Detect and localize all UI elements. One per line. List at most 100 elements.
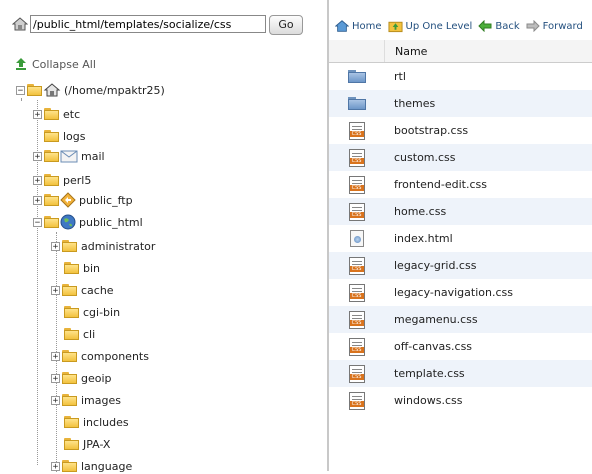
tree-item-cli[interactable]: cli xyxy=(64,326,95,342)
home-icon xyxy=(335,20,349,32)
table-row[interactable]: CSS windows.css xyxy=(329,387,592,414)
collapse-all-label: Collapse All xyxy=(32,57,96,71)
file-icon-cell: CSS xyxy=(329,333,384,360)
collapse-toggle[interactable]: − xyxy=(33,217,42,227)
file-icon-cell: CSS xyxy=(329,387,384,414)
css-file-icon: CSS xyxy=(348,337,365,356)
tree-item-administrator[interactable]: + administrator xyxy=(51,238,155,254)
folder-icon xyxy=(64,262,80,274)
back-button[interactable]: Back xyxy=(478,20,520,32)
tree-item-label: perl5 xyxy=(63,173,92,187)
table-row[interactable]: CSS off-canvas.css xyxy=(329,333,592,360)
tree-item-jpa-x[interactable]: JPA-X xyxy=(64,436,110,452)
back-arrow-icon xyxy=(478,20,492,32)
home-icon xyxy=(12,17,28,31)
tree-item-cgi-bin[interactable]: cgi-bin xyxy=(64,304,120,320)
table-row[interactable]: rtl xyxy=(329,63,592,90)
expand-toggle[interactable]: + xyxy=(51,461,60,471)
folder-icon xyxy=(62,284,78,296)
table-row[interactable]: CSS template.css xyxy=(329,360,592,387)
table-row[interactable]: CSS megamenu.css xyxy=(329,306,592,333)
tree-root-label: (/home/mpaktr25) xyxy=(64,83,165,97)
tree-item-components[interactable]: + components xyxy=(51,348,149,364)
ftp-icon xyxy=(60,192,76,208)
file-table: Name rtl themes CSS bootstrap.css CSS custom.… xyxy=(329,40,592,414)
expand-toggle[interactable]: + xyxy=(51,351,60,361)
tree-item-includes[interactable]: includes xyxy=(64,414,129,430)
tree-item-label: includes xyxy=(83,415,129,429)
tree-item-label: cli xyxy=(83,327,96,341)
tree-item-public-ftp[interactable]: + public_ftp xyxy=(33,192,133,208)
tree-item-geoip[interactable]: + geoip xyxy=(51,370,112,386)
tree-item-label: public_html xyxy=(79,215,143,229)
tree-item-logs[interactable]: logs xyxy=(44,128,86,144)
forward-button[interactable]: Forward xyxy=(526,20,583,32)
expand-toggle[interactable]: + xyxy=(51,285,60,295)
collapse-all-link[interactable]: Collapse All xyxy=(14,57,96,71)
folder-icon xyxy=(62,350,78,362)
file-icon-cell: CSS xyxy=(329,360,384,387)
collapse-toggle[interactable]: − xyxy=(16,85,25,95)
up-folder-icon xyxy=(388,21,403,33)
tree-item-label: bin xyxy=(83,261,101,275)
table-row[interactable]: CSS frontend-edit.css xyxy=(329,171,592,198)
folder-icon xyxy=(347,70,366,83)
tree-root[interactable]: − (/home/mpaktr25) xyxy=(16,82,165,98)
up-one-level-button[interactable]: Up One Level xyxy=(388,19,472,33)
tree-item-images[interactable]: + images xyxy=(51,392,121,408)
folder-icon xyxy=(44,108,60,120)
file-name: custom.css xyxy=(394,151,456,164)
table-row[interactable]: CSS bootstrap.css xyxy=(329,117,592,144)
tree-item-label: etc xyxy=(63,107,81,121)
file-icon-cell: CSS xyxy=(329,198,384,225)
tree-item-label: public_ftp xyxy=(79,193,133,207)
file-icon-cell: CSS xyxy=(329,144,384,171)
tree-item-perl5[interactable]: + perl5 xyxy=(33,172,91,188)
globe-icon xyxy=(60,214,76,230)
forward-label: Forward xyxy=(542,20,583,32)
tree-item-label: logs xyxy=(63,129,86,143)
file-name: template.css xyxy=(394,367,465,380)
tree-item-mail[interactable]: + mail xyxy=(33,148,105,164)
home-button[interactable]: Home xyxy=(335,19,382,33)
file-name: legacy-navigation.css xyxy=(394,286,513,299)
path-input[interactable] xyxy=(30,15,266,33)
tree-item-label: mail xyxy=(81,149,105,163)
table-row[interactable]: themes xyxy=(329,90,592,117)
folder-icon xyxy=(44,194,60,206)
expand-toggle[interactable]: + xyxy=(51,373,60,383)
file-name: windows.css xyxy=(394,394,463,407)
table-row[interactable]: index.html xyxy=(329,225,592,252)
expand-toggle[interactable]: + xyxy=(33,195,42,205)
expand-toggle[interactable]: + xyxy=(51,395,60,405)
css-file-icon: CSS xyxy=(348,256,365,275)
name-column-header[interactable]: Name xyxy=(385,45,427,58)
go-button[interactable]: Go xyxy=(269,15,303,35)
tree-item-label: JPA-X xyxy=(83,437,111,451)
css-file-icon: CSS xyxy=(348,283,365,302)
folder-icon xyxy=(44,130,60,142)
tree-item-language[interactable]: + language xyxy=(51,458,132,474)
navigation-toolbar: Home Up One Level Back Forward xyxy=(329,15,592,37)
icon-column-header xyxy=(329,40,385,62)
css-file-icon: CSS xyxy=(348,391,365,410)
tree-item-public-html[interactable]: − public_html xyxy=(33,214,143,230)
css-file-icon: CSS xyxy=(348,310,365,329)
tree-item-etc[interactable]: + etc xyxy=(33,106,80,122)
table-row[interactable]: CSS legacy-grid.css xyxy=(329,252,592,279)
table-row[interactable]: CSS legacy-navigation.css xyxy=(329,279,592,306)
expand-toggle[interactable]: + xyxy=(33,151,42,161)
folder-icon xyxy=(62,394,78,406)
expand-toggle[interactable]: + xyxy=(51,241,60,251)
file-rows: rtl themes CSS bootstrap.css CSS custom.css CS… xyxy=(329,63,592,414)
tree-item-bin[interactable]: bin xyxy=(64,260,100,276)
path-bar xyxy=(12,15,266,33)
expand-toggle[interactable]: + xyxy=(33,175,42,185)
table-row[interactable]: CSS custom.css xyxy=(329,144,592,171)
expand-toggle[interactable]: + xyxy=(33,109,42,119)
tree-item-cache[interactable]: + cache xyxy=(51,282,114,298)
file-name: bootstrap.css xyxy=(394,124,469,137)
file-icon-cell xyxy=(329,90,384,117)
forward-arrow-icon xyxy=(526,20,540,32)
table-row[interactable]: CSS home.css xyxy=(329,198,592,225)
